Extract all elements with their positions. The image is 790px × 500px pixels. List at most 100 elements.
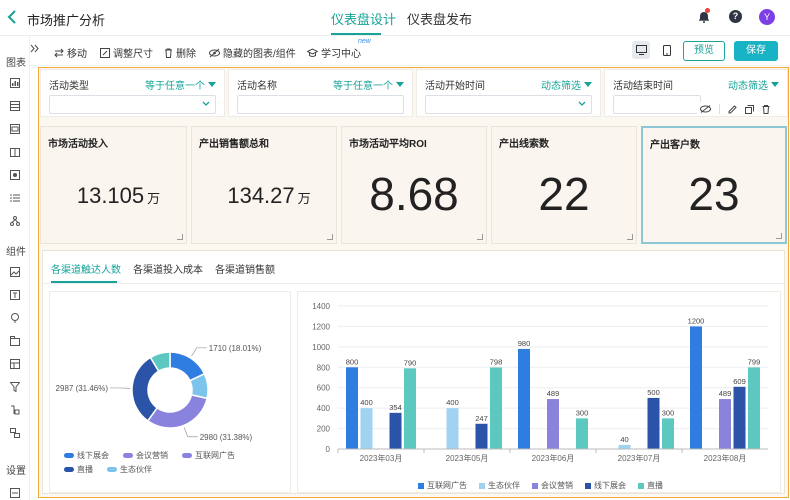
funnel-icon[interactable]	[10, 382, 20, 392]
filter-card-activity-type[interactable]: 活动类型 等于任意一个	[40, 69, 225, 117]
card-icon[interactable]	[10, 147, 20, 157]
bar	[576, 418, 588, 449]
copy-icon[interactable]	[745, 104, 754, 114]
bar-data-label: 300	[576, 408, 589, 417]
filter-mode-dropdown[interactable]: 动态筛选	[541, 77, 592, 92]
collapse-panel-icon[interactable]	[30, 44, 39, 53]
filter-mode-label: 等于任意一个	[145, 81, 205, 92]
rail-section-settings: 设置	[6, 466, 26, 477]
kpi-value: 134.27	[227, 183, 295, 208]
resize-handle-icon[interactable]	[627, 234, 633, 240]
text-icon[interactable]	[10, 290, 20, 300]
trash-icon[interactable]	[762, 104, 770, 114]
bar-chart: 0 200 400 600 800 1000 1200 1400 2023年03月 800 400 3…	[312, 302, 768, 463]
legend-item[interactable]: 互联网广告	[182, 450, 235, 461]
kpi-card-avg-roi[interactable]: 市场活动平均ROI 8.68	[341, 126, 487, 244]
legend-label: 互联网广告	[427, 481, 467, 490]
bar-data-label: 247	[475, 414, 488, 423]
resize-handle-icon[interactable]	[177, 234, 183, 240]
help-icon[interactable]: ?	[729, 10, 742, 23]
filter-mode-dropdown[interactable]: 动态筛选	[728, 77, 779, 92]
tab-channel-sales[interactable]: 各渠道销售额	[215, 261, 275, 276]
move-button[interactable]: 移动	[54, 45, 87, 60]
map-icon[interactable]	[10, 170, 20, 180]
legend-item[interactable]: 线下展会	[64, 450, 109, 461]
avatar[interactable]: Y	[759, 9, 775, 25]
editor-toolbar: 移动 调整尺寸 删除 隐藏的图表/组件 学习中心 new 预览 保存	[30, 36, 790, 66]
legend-item[interactable]: 生态伙伴	[479, 480, 520, 491]
tab-icon[interactable]	[10, 336, 20, 346]
group-icon[interactable]	[10, 428, 20, 438]
bar	[404, 368, 416, 449]
resize-handle-icon[interactable]	[327, 234, 333, 240]
donut-chart: 1710 (18.01%) 2980 (31.38%) 2987 (31.46%)	[56, 344, 262, 442]
move-icon	[54, 48, 64, 57]
delete-button[interactable]: 删除	[164, 45, 196, 60]
save-button[interactable]: 保存	[734, 41, 778, 61]
filter-mode-dropdown[interactable]: 等于任意一个	[333, 77, 404, 92]
tab-dashboard-publish[interactable]: 仪表盘发布	[407, 9, 472, 28]
bar	[389, 412, 402, 449]
y-tick-label: 600	[317, 384, 331, 393]
legend-item[interactable]: 直播	[64, 464, 93, 475]
preview-button[interactable]: 预览	[683, 41, 725, 61]
pivot-icon[interactable]	[10, 124, 20, 134]
bar	[690, 326, 702, 449]
filter-icon[interactable]	[10, 313, 20, 323]
bar-data-label: 500	[647, 388, 660, 397]
legend-item[interactable]: 生态伙伴	[107, 464, 152, 475]
legend-item[interactable]: 互联网广告	[418, 480, 467, 491]
legend-label: 会议营销	[136, 451, 168, 460]
layout-icon[interactable]	[10, 359, 20, 369]
tab-channel-reach[interactable]: 各渠道触达人数	[51, 261, 121, 276]
param-icon[interactable]	[10, 405, 20, 415]
list-icon[interactable]	[10, 193, 20, 203]
filter-mode-dropdown[interactable]: 等于任意一个	[145, 77, 216, 92]
learning-center-button[interactable]: 学习中心	[307, 45, 361, 60]
filter-card-activity-name[interactable]: 活动名称 等于任意一个	[228, 69, 413, 117]
kpi-value-row: 13.105 万	[41, 183, 186, 209]
hide-eye-icon[interactable]	[700, 105, 711, 113]
settings-icon[interactable]	[10, 488, 20, 498]
back-arrow-icon[interactable]	[6, 9, 18, 25]
mobile-view-icon[interactable]	[658, 41, 676, 59]
legend-item[interactable]: 直播	[638, 480, 663, 491]
edit-pencil-icon[interactable]	[728, 104, 737, 114]
filter-select[interactable]	[49, 95, 216, 114]
kpi-card-sales-total[interactable]: 产出销售额总和 134.27 万	[191, 126, 337, 244]
legend-item[interactable]: 会议营销	[123, 450, 168, 461]
y-tick-label: 1200	[312, 322, 330, 331]
resize-button[interactable]: 调整尺寸	[100, 45, 153, 60]
legend-swatch	[123, 453, 133, 458]
kpi-card-customers[interactable]: 产出客户数 23	[641, 126, 787, 244]
tree-icon[interactable]	[10, 216, 20, 226]
resize-handle-icon[interactable]	[477, 234, 483, 240]
legend-item[interactable]: 线下展会	[585, 480, 626, 491]
dashboard-canvas: 活动类型 等于任意一个 活动名称 等于任意一个 活动开始时间 动态筛选 活动结束…	[38, 67, 789, 498]
tab-dashboard-design[interactable]: 仪表盘设计	[331, 9, 396, 28]
bar-chart-icon[interactable]	[10, 78, 20, 88]
filter-select[interactable]	[237, 95, 404, 114]
filter-select[interactable]	[613, 95, 701, 114]
legend-label: 互联网广告	[195, 451, 235, 460]
legend-swatch	[182, 453, 192, 458]
kpi-card-marketing-input[interactable]: 市场活动投入 13.105 万	[40, 126, 187, 244]
y-tick-label: 0	[326, 445, 331, 454]
filter-card-start-time[interactable]: 活动开始时间 动态筛选	[416, 69, 601, 117]
filter-label: 活动类型	[49, 81, 89, 92]
desktop-view-icon[interactable]	[632, 41, 650, 59]
legend-item[interactable]: 会议营销	[532, 480, 573, 491]
x-tick-label: 2023年03月	[360, 453, 403, 463]
tab-channel-cost[interactable]: 各渠道投入成本	[133, 261, 203, 276]
table-icon[interactable]	[10, 101, 20, 111]
kpi-card-leads[interactable]: 产出线索数 22	[491, 126, 637, 244]
card-hover-toolbar	[697, 102, 773, 116]
new-badge: new	[358, 38, 371, 45]
image-icon[interactable]	[10, 267, 20, 277]
x-tick-label: 2023年06月	[532, 453, 575, 463]
hidden-charts-button[interactable]: 隐藏的图表/组件	[209, 45, 296, 60]
bar-data-label: 800	[346, 357, 359, 366]
resize-handle-icon[interactable]	[776, 233, 782, 239]
active-tab-indicator	[331, 33, 381, 35]
filter-select[interactable]	[425, 95, 592, 114]
